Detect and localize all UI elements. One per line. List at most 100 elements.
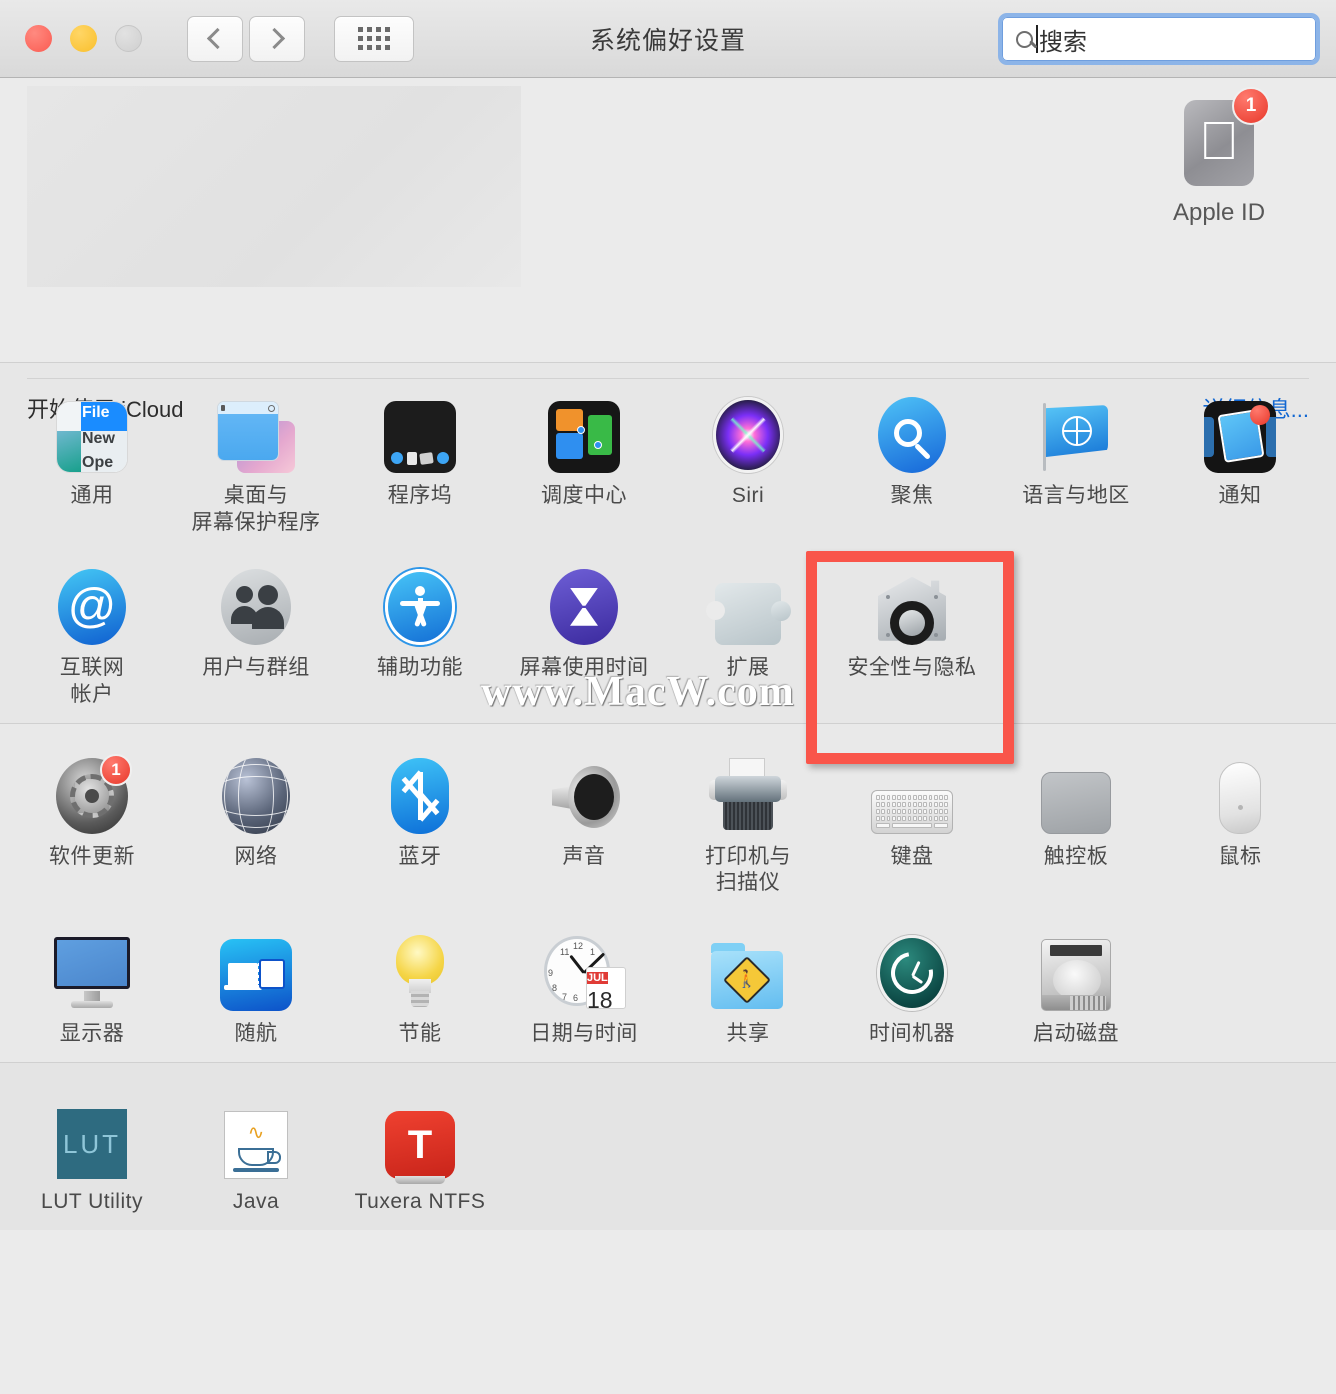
pref-internet-accounts[interactable]: @ 互联网 帐户 (10, 551, 174, 709)
date-time-icon: 12 9 3 6 11 1 8 7 JUL 18 (542, 931, 626, 1011)
pref-label: Tuxera NTFS (354, 1190, 486, 1214)
pref-time-machine[interactable]: 时间机器 (830, 917, 994, 1048)
software-update-badge: 1 (100, 753, 132, 786)
general-icon: File New Ope (56, 393, 128, 473)
chevron-right-icon (263, 27, 286, 50)
icloud-banner:  1 Apple ID 开始使用 iCloud 详细信息... (0, 78, 1336, 422)
show-all-button[interactable] (334, 15, 414, 62)
software-update-icon: 1 (56, 753, 132, 834)
forward-button[interactable] (249, 15, 305, 62)
accessibility-icon (385, 565, 455, 645)
pref-label: Siri (731, 484, 765, 507)
pref-security-privacy[interactable]: 安全性与隐私 (830, 551, 994, 709)
close-button[interactable] (25, 25, 52, 52)
language-region-icon (1037, 393, 1115, 473)
bluetooth-icon (391, 754, 449, 834)
pref-label: 键盘 (890, 844, 934, 868)
pref-label: 节能 (398, 1022, 442, 1046)
pref-label: 互联网 帐户 (59, 655, 125, 706)
pref-label: 扩展 (726, 655, 770, 679)
traffic-lights (25, 25, 142, 52)
pref-label: 程序坞 (387, 484, 453, 507)
pref-label: 打印机与 扫描仪 (705, 844, 791, 895)
pref-date-time[interactable]: 12 9 3 6 11 1 8 7 JUL 18 日期与时间 (502, 917, 666, 1048)
minimize-button[interactable] (70, 25, 97, 52)
pref-label: 安全性与隐私 (847, 655, 977, 679)
sidecar-icon (220, 931, 292, 1012)
apple-id-tile[interactable]:  1 Apple ID (1129, 87, 1309, 227)
section-third-party: LUT LUT Utility ∿ Java T Tuxera NTFS (0, 1062, 1336, 1230)
pref-label: 通知 (1218, 484, 1262, 507)
pref-label: 通用 (70, 484, 114, 507)
pref-tuxera-ntfs[interactable]: T Tuxera NTFS (338, 1085, 502, 1216)
sound-icon (544, 754, 624, 834)
pref-software-update[interactable]: 1 软件更新 (10, 740, 174, 898)
network-icon (222, 754, 290, 834)
general-icon-text-2: New (82, 430, 115, 447)
tuxera-ntfs-icon: T (385, 1099, 455, 1185)
account-preview-area (27, 86, 521, 287)
text-caret (1036, 25, 1038, 53)
siri-icon (713, 393, 783, 473)
pref-label: 启动磁盘 (1033, 1022, 1119, 1046)
users-groups-icon (221, 565, 291, 645)
printers-scanners-icon (709, 754, 787, 834)
banner-divider (27, 378, 1309, 379)
apple-id-badge: 1 (1232, 87, 1270, 125)
apple-id-icon:  1 (1184, 87, 1270, 186)
pref-lut-utility[interactable]: LUT LUT Utility (10, 1085, 174, 1216)
pref-extensions[interactable]: 扩展 (666, 551, 830, 709)
pref-label: 显示器 (59, 1022, 125, 1046)
chevron-left-icon (206, 27, 229, 50)
security-privacy-icon (872, 565, 952, 645)
pref-label: 随航 (234, 1022, 278, 1046)
pref-row: 1 软件更新 网络 蓝牙 声音 打印机与 扫描仪 键盘 触控板 鼠标 (0, 740, 1336, 898)
back-button[interactable] (187, 15, 243, 62)
pref-label: 调度中心 (541, 484, 627, 507)
pref-sidecar[interactable]: 随航 (174, 917, 338, 1048)
pref-energy-saver[interactable]: 节能 (338, 917, 502, 1048)
mouse-icon (1219, 754, 1261, 834)
pref-users-groups[interactable]: 用户与群组 (174, 551, 338, 709)
pref-accessibility[interactable]: 辅助功能 (338, 551, 502, 709)
pref-printers-scanners[interactable]: 打印机与 扫描仪 (666, 740, 830, 898)
screen-time-icon (550, 565, 618, 645)
desktop-screensaver-icon (217, 393, 295, 473)
pref-sound[interactable]: 声音 (502, 740, 666, 898)
section-hardware: 1 软件更新 网络 蓝牙 声音 打印机与 扫描仪 键盘 触控板 鼠标 显示器 随… (0, 722, 1336, 1063)
zoom-button[interactable] (115, 25, 142, 52)
pref-java[interactable]: ∿ Java (174, 1085, 338, 1216)
pref-label: 触控板 (1043, 844, 1109, 868)
pref-row: 显示器 随航 节能 12 9 3 6 11 (0, 917, 1336, 1048)
pref-mouse[interactable]: 鼠标 (1158, 740, 1322, 898)
pref-startup-disk[interactable]: 启动磁盘 (994, 917, 1158, 1048)
icloud-row: 开始使用 iCloud 详细信息... (0, 392, 1336, 424)
pref-sharing[interactable]: 🚶 共享 (666, 917, 830, 1048)
pref-label: 语言与地区 (1022, 484, 1130, 507)
pref-displays[interactable]: 显示器 (10, 917, 174, 1048)
pref-label: 桌面与 屏幕保护程序 (191, 484, 321, 534)
extensions-icon (706, 565, 791, 645)
pref-trackpad[interactable]: 触控板 (994, 740, 1158, 898)
pref-label: 时间机器 (869, 1022, 955, 1046)
pref-screen-time[interactable]: 屏幕使用时间 (502, 551, 666, 709)
pref-network[interactable]: 网络 (174, 740, 338, 898)
pref-label: 聚焦 (890, 484, 934, 507)
apple-id-label: Apple ID (1172, 199, 1266, 226)
trackpad-icon (1041, 754, 1111, 834)
internet-accounts-icon: @ (58, 565, 126, 645)
search-field[interactable]: 搜索 (998, 13, 1320, 65)
general-icon-text-1: File (82, 404, 110, 421)
pref-label: 蓝牙 (398, 844, 442, 868)
pref-bluetooth[interactable]: 蓝牙 (338, 740, 502, 898)
sharing-icon: 🚶 (709, 931, 787, 1011)
pref-label: 共享 (726, 1022, 770, 1046)
pref-keyboard[interactable]: 键盘 (830, 740, 994, 898)
time-machine-icon (877, 931, 947, 1012)
pref-label: 日期与时间 (530, 1022, 638, 1046)
displays-icon (51, 931, 133, 1011)
search-placeholder: 搜索 (1039, 28, 1087, 56)
pref-row: LUT LUT Utility ∿ Java T Tuxera NTFS (0, 1085, 1336, 1216)
keyboard-icon (871, 754, 953, 834)
date-icon-month: JUL (587, 972, 608, 985)
